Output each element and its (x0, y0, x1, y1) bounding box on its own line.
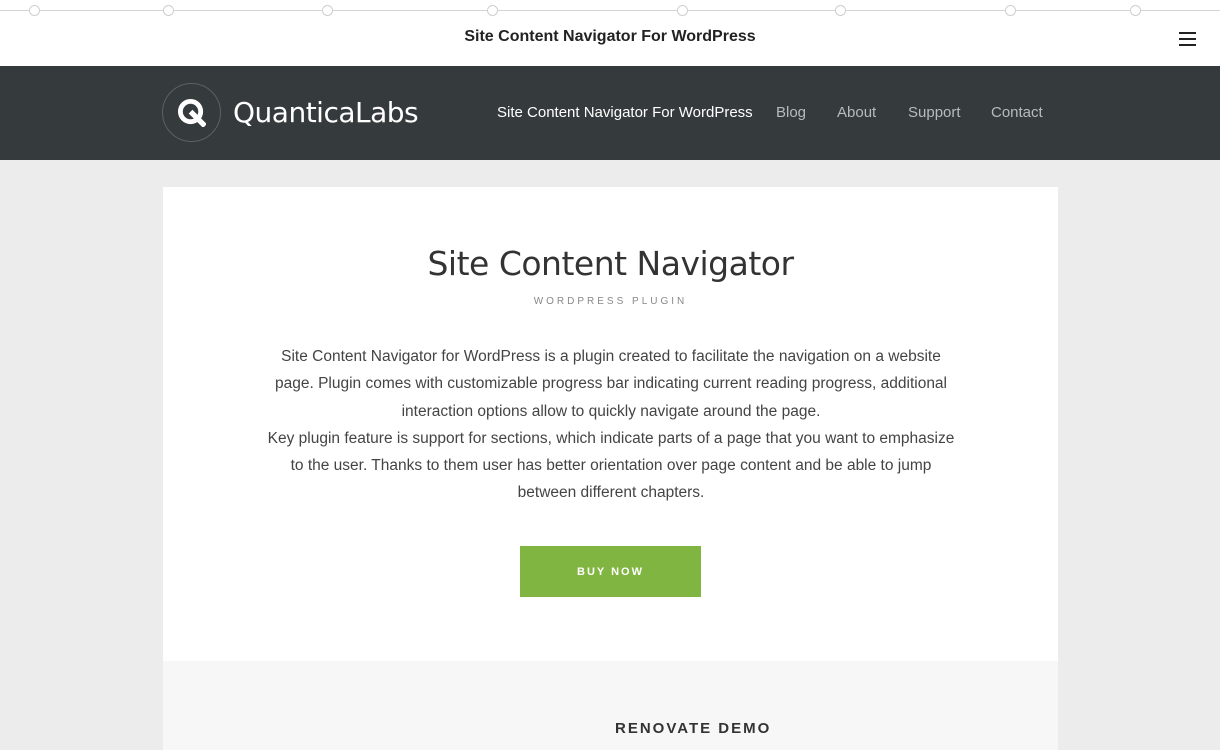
description-paragraph: Key plugin feature is support for sectio… (267, 429, 955, 502)
nav-item-support[interactable]: Support (908, 104, 961, 121)
hero-description: Site Content Navigator for WordPress is … (261, 343, 961, 507)
demo-section: RENOVATE DEMO (163, 661, 1058, 750)
nav-item-contact[interactable]: Contact (991, 104, 1043, 121)
quanticalabs-q-logo-icon (177, 98, 206, 127)
hamburger-menu-icon[interactable] (1179, 32, 1196, 46)
section-marker[interactable] (163, 5, 174, 16)
navigator-title: Site Content Navigator For WordPress (464, 28, 756, 45)
site-header: QuanticaLabs Site Content Navigator For … (0, 66, 1220, 160)
section-marker[interactable] (677, 5, 688, 16)
section-marker[interactable] (29, 5, 40, 16)
hero-card: Site Content Navigator WORDPRESS PLUGIN … (163, 187, 1058, 661)
nav-item-about[interactable]: About (837, 104, 876, 121)
logo-link[interactable] (162, 83, 221, 142)
page-subtitle: WORDPRESS PLUGIN (533, 296, 688, 307)
description-paragraph: Site Content Navigator for WordPress is … (274, 348, 948, 420)
demo-title: RENOVATE DEMO (615, 720, 772, 737)
section-marker[interactable] (1005, 5, 1016, 16)
content-navigator-bar: Site Content Navigator For WordPress (0, 0, 1220, 66)
reading-progress-track (0, 10, 1220, 11)
nav-item-blog[interactable]: Blog (776, 104, 806, 121)
section-marker[interactable] (487, 5, 498, 16)
logo-text[interactable]: QuanticaLabs (233, 96, 419, 129)
nav-item-site-content-navigator[interactable]: Site Content Navigator For WordPress (497, 104, 753, 121)
page-title: Site Content Navigator (427, 244, 794, 283)
buy-now-button[interactable]: BUY NOW (520, 546, 701, 597)
section-marker[interactable] (835, 5, 846, 16)
section-marker[interactable] (322, 5, 333, 16)
section-marker[interactable] (1130, 5, 1141, 16)
